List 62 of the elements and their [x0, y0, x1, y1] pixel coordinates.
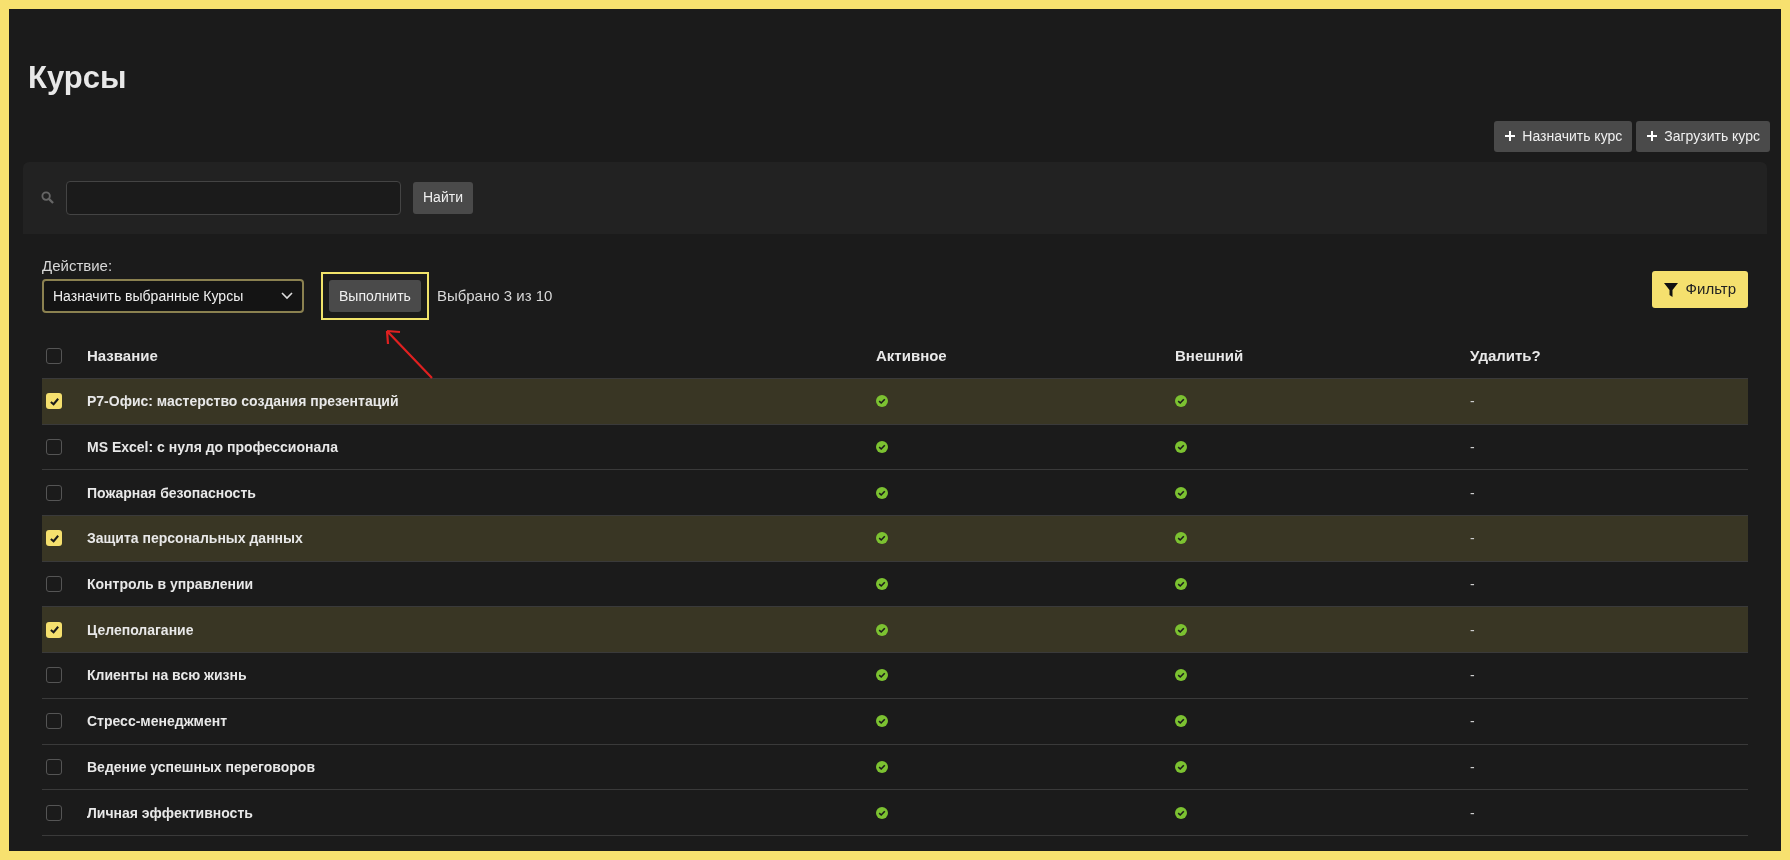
table-row[interactable]: Ведение успешных переговоров - — [42, 744, 1748, 791]
delete-cell: - — [1470, 621, 1475, 638]
row-checkbox[interactable] — [46, 393, 62, 410]
table-row[interactable]: Клиенты на всю жизнь - — [42, 653, 1748, 699]
search-icon — [41, 191, 54, 204]
row-checkbox[interactable] — [46, 530, 62, 547]
action-select[interactable]: Назначить выбранные Курсы — [42, 279, 304, 313]
table-row[interactable]: Защита персональных данных - — [42, 516, 1748, 562]
filter-icon — [1663, 282, 1678, 297]
course-name: Защита персональных данных — [87, 530, 303, 547]
delete-cell: - — [1470, 667, 1475, 684]
column-header: Удалить? — [1470, 346, 1541, 364]
table-row[interactable]: Личная эффективность - — [42, 790, 1748, 836]
column-header: Название — [87, 346, 158, 364]
filter-button[interactable]: Фильтр — [1651, 271, 1748, 308]
action-label: Действие: — [42, 255, 113, 276]
run-button[interactable]: Выполнить — [329, 280, 421, 312]
delete-cell: - — [1470, 804, 1475, 821]
table-row[interactable]: Целеполагание - — [42, 607, 1748, 654]
action-button[interactable]: Назначить курс — [1494, 120, 1633, 152]
column-header: Внешний — [1175, 346, 1244, 364]
page-title: Курсы — [28, 59, 127, 97]
course-name: Пожарная безопасность — [87, 484, 256, 501]
delete-cell: - — [1470, 576, 1475, 593]
column-header: Активное — [876, 346, 947, 364]
annotation-arrow — [384, 328, 434, 380]
course-name: Клиенты на всю жизнь — [87, 667, 247, 684]
row-checkbox[interactable] — [46, 621, 62, 638]
course-name: Целеполагание — [87, 621, 194, 638]
delete-cell: - — [1470, 713, 1475, 730]
delete-cell: - — [1470, 758, 1475, 775]
row-checkbox[interactable] — [46, 758, 62, 775]
delete-cell: - — [1470, 530, 1475, 547]
plus-icon — [1504, 130, 1517, 142]
selection-count: Выбрано 3 из 10 — [436, 285, 553, 306]
row-checkbox[interactable] — [46, 713, 62, 730]
checkmark-icon — [48, 624, 60, 636]
course-name: Р7-Офис: мастерство создания презентаций — [87, 393, 399, 410]
course-name: Ведение успешных переговоров — [87, 758, 315, 775]
search-button[interactable]: Найти — [413, 181, 473, 214]
table-row[interactable]: Стресс-менеджмент - — [42, 698, 1748, 745]
checkmark-icon — [48, 532, 60, 544]
checkmark-icon — [48, 395, 60, 407]
table-row[interactable]: Р7-Офис: мастерство создания презентаций - — [42, 379, 1748, 425]
table-row[interactable]: MS Excel: с нуля до профессионала - — [42, 424, 1748, 471]
course-name: Личная эффективность — [87, 804, 253, 821]
row-checkbox[interactable] — [46, 667, 62, 684]
delete-cell: - — [1470, 484, 1475, 501]
row-checkbox[interactable] — [46, 439, 62, 456]
row-checkbox[interactable] — [46, 484, 62, 501]
row-checkbox[interactable] — [46, 804, 62, 821]
select-all-checkbox[interactable] — [46, 347, 62, 364]
plus-icon — [1646, 130, 1659, 142]
action-button[interactable]: Загрузить курс — [1636, 120, 1770, 152]
course-name: Контроль в управлении — [87, 576, 254, 593]
chevron-down-icon — [281, 292, 293, 300]
search-field[interactable] — [66, 180, 401, 215]
delete-cell: - — [1470, 393, 1475, 410]
course-name: Стресс-менеджмент — [87, 713, 227, 730]
course-name: MS Excel: с нуля до профессионала — [87, 439, 338, 456]
delete-cell: - — [1470, 439, 1475, 456]
row-checkbox[interactable] — [46, 576, 62, 593]
